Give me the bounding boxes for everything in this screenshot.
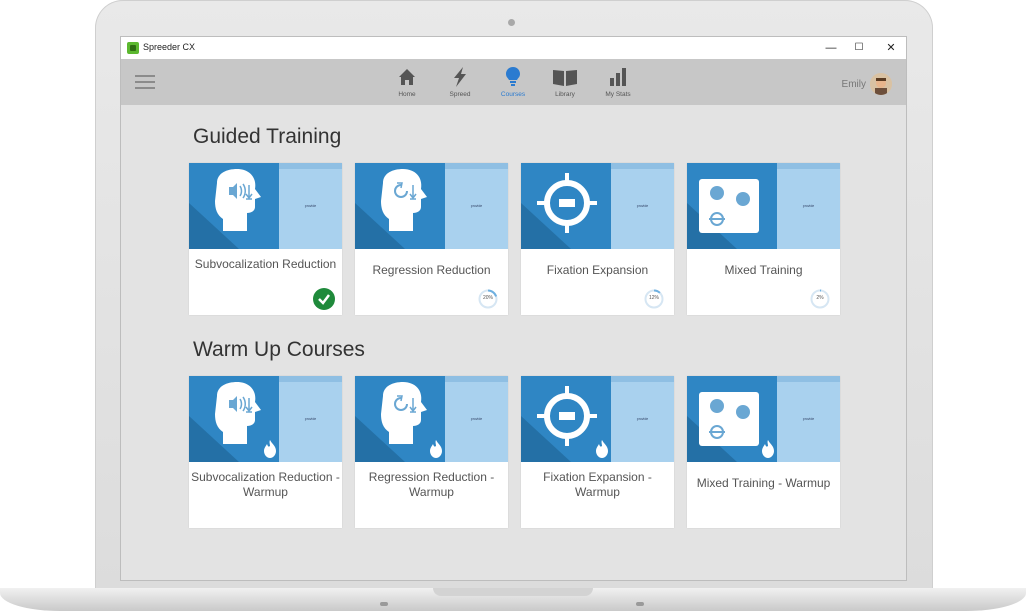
nav-library[interactable]: Library bbox=[540, 65, 590, 98]
top-nav: Home Spreed Courses Library My Stats Emi… bbox=[121, 59, 906, 105]
course-card[interactable]: provide Mixed Training - Warmup bbox=[687, 376, 840, 528]
course-thumbnail: provide bbox=[189, 376, 342, 462]
section-title-warmup: Warm Up Courses bbox=[193, 338, 365, 361]
close-button[interactable]: ✕ bbox=[881, 40, 901, 56]
minimize-button[interactable]: — bbox=[821, 40, 841, 56]
thumb-text: provide bbox=[470, 204, 483, 208]
course-title: Subvocalization Reduction bbox=[194, 257, 337, 271]
app-window: Spreeder CX — ☐ ✕ Home Spreed Courses Li… bbox=[120, 36, 907, 581]
flame-icon bbox=[430, 440, 442, 458]
course-thumbnail: provide bbox=[355, 163, 508, 249]
course-title: Regression Reduction - Warmup bbox=[368, 470, 495, 499]
course-title: Fixation Expansion - Warmup bbox=[543, 470, 652, 499]
bar-chart-icon bbox=[610, 68, 626, 86]
flame-icon bbox=[596, 440, 608, 458]
laptop-foot bbox=[380, 602, 388, 606]
course-title: Subvocalization Reduction - Warmup bbox=[191, 470, 340, 499]
home-icon bbox=[399, 69, 415, 85]
progress-ring: 12% bbox=[644, 289, 664, 309]
course-title: Mixed Training bbox=[724, 263, 803, 277]
course-card[interactable]: provide Mixed Training 2% bbox=[687, 163, 840, 315]
lightning-icon bbox=[454, 67, 466, 87]
thumb-text: provide bbox=[304, 204, 317, 208]
main-content: Guided Training provide Subvocalization … bbox=[121, 105, 906, 580]
course-card[interactable]: provide Fixation Expansion - Warmup bbox=[521, 376, 674, 528]
avatar[interactable] bbox=[870, 73, 892, 95]
progress-ring: 2% bbox=[810, 289, 830, 309]
laptop-notch bbox=[433, 588, 593, 596]
book-icon bbox=[553, 70, 577, 86]
maximize-button[interactable]: ☐ bbox=[849, 40, 869, 56]
nav-label: My Stats bbox=[605, 91, 631, 98]
nav-label: Spreed bbox=[449, 91, 471, 98]
course-title: Mixed Training - Warmup bbox=[696, 476, 831, 490]
course-thumbnail: provide bbox=[189, 163, 342, 249]
course-card[interactable]: provide Regression Reduction - Warmup bbox=[355, 376, 508, 528]
menu-icon[interactable] bbox=[135, 75, 155, 89]
course-card[interactable]: provide Subvocalization Reduction bbox=[189, 163, 342, 315]
progress-ring: 20% bbox=[478, 289, 498, 309]
nav-label: Courses bbox=[500, 91, 526, 98]
course-card[interactable]: provide Fixation Expansion 12% bbox=[521, 163, 674, 315]
thumb-text: provide bbox=[802, 204, 815, 208]
lightbulb-icon bbox=[506, 67, 520, 86]
course-thumbnail: provide bbox=[687, 163, 840, 249]
nav-courses[interactable]: Courses bbox=[488, 65, 538, 98]
nav-label: Library bbox=[555, 91, 575, 98]
flame-icon bbox=[264, 440, 276, 458]
progress-text: 20% bbox=[482, 295, 493, 301]
thumb-text: provide bbox=[470, 417, 483, 421]
course-thumbnail: provide bbox=[521, 163, 674, 249]
thumb-text: provide bbox=[304, 417, 317, 421]
nav-label: Home bbox=[398, 91, 416, 98]
nav-home[interactable]: Home bbox=[382, 65, 432, 98]
course-card[interactable]: provide Subvocalization Reduction - Warm… bbox=[189, 376, 342, 528]
section-title-guided: Guided Training bbox=[193, 125, 342, 148]
nav-my-stats[interactable]: My Stats bbox=[593, 65, 643, 98]
course-thumbnail: provide bbox=[521, 376, 674, 462]
flame-icon bbox=[762, 440, 774, 458]
thumb-text: provide bbox=[802, 417, 815, 421]
thumb-text: provide bbox=[636, 417, 649, 421]
app-logo-icon bbox=[127, 42, 139, 54]
progress-text: 2% bbox=[816, 295, 824, 301]
laptop-foot bbox=[636, 602, 644, 606]
completed-check-icon bbox=[313, 288, 335, 310]
nav-spreed[interactable]: Spreed bbox=[435, 65, 485, 98]
course-thumbnail: provide bbox=[355, 376, 508, 462]
course-title: Regression Reduction bbox=[372, 263, 491, 277]
window-title: Spreeder CX bbox=[143, 42, 196, 52]
progress-text: 12% bbox=[648, 295, 659, 301]
user-name[interactable]: Emily bbox=[842, 79, 866, 90]
title-bar: Spreeder CX — ☐ ✕ bbox=[121, 37, 906, 59]
course-card[interactable]: provide Regression Reduction 20% bbox=[355, 163, 508, 315]
course-title: Fixation Expansion bbox=[546, 263, 649, 277]
camera bbox=[508, 19, 515, 26]
thumb-text: provide bbox=[636, 204, 649, 208]
course-thumbnail: provide bbox=[687, 376, 840, 462]
